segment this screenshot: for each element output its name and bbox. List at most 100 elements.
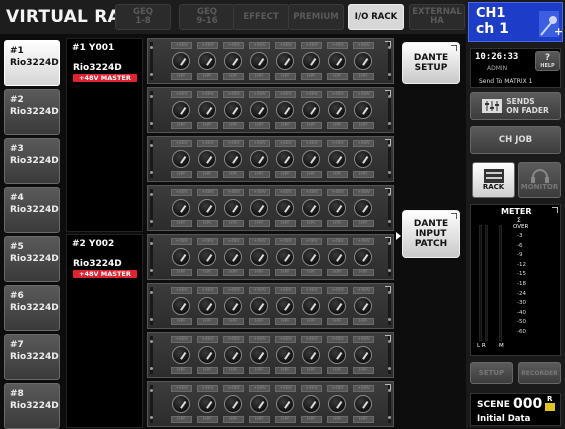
phantom-power-button[interactable]: +48V [197, 140, 218, 147]
gain-knob[interactable] [354, 346, 372, 364]
hpf-button[interactable]: HPF [327, 367, 348, 374]
rack-slot-button[interactable]: #1 Rio3224D [4, 40, 60, 86]
gain-knob[interactable] [354, 248, 372, 266]
gain-knob[interactable] [276, 395, 294, 413]
phantom-power-button[interactable]: +48V [249, 336, 270, 343]
hpf-button[interactable]: HPF [249, 73, 270, 80]
phantom-power-button[interactable]: +48V [353, 140, 374, 147]
hpf-button[interactable]: HPF [249, 220, 270, 227]
phantom-power-button[interactable]: +48V [171, 140, 192, 147]
hpf-button[interactable]: HPF [223, 220, 244, 227]
phantom-power-button[interactable]: +48V [197, 91, 218, 98]
hpf-button[interactable]: HPF [327, 73, 348, 80]
gain-knob[interactable] [250, 150, 268, 168]
phantom-power-button[interactable]: +48V [275, 336, 296, 343]
phantom-power-button[interactable]: +48V [327, 91, 348, 98]
device-info-panel[interactable]: #2 Y002 Rio3224D +48V MASTER [66, 234, 143, 428]
help-button[interactable]: ? HELP [535, 51, 560, 71]
hpf-button[interactable]: HPF [353, 367, 374, 374]
hpf-button[interactable]: HPF [275, 122, 296, 129]
meter-panel[interactable]: METER Σ OVER -3 -6 -9 -12 -15 -18 -24 -30 -40 -50… [470, 204, 561, 356]
phantom-power-button[interactable]: +48V [301, 385, 322, 392]
phantom-power-button[interactable]: +48V [223, 238, 244, 245]
rack-slot-button[interactable]: #8 Rio3224D [4, 383, 60, 429]
phantom-power-button[interactable]: +48V [171, 287, 192, 294]
gain-knob[interactable] [224, 346, 242, 364]
gain-knob[interactable] [276, 248, 294, 266]
rack-slot-button[interactable]: #5 Rio3224D [4, 236, 60, 282]
gain-knob[interactable] [302, 150, 320, 168]
rack-slot-button[interactable]: #6 Rio3224D [4, 285, 60, 331]
gain-knob[interactable] [250, 248, 268, 266]
phantom-power-button[interactable]: +48V [171, 336, 192, 343]
gain-knob[interactable] [328, 395, 346, 413]
gain-knob[interactable] [224, 101, 242, 119]
gain-knob[interactable] [250, 52, 268, 70]
phantom-power-button[interactable]: +48V [249, 140, 270, 147]
scene-display[interactable]: SCENE 000 R Initial Data [470, 393, 561, 426]
hpf-button[interactable]: HPF [171, 220, 192, 227]
rack-unit[interactable]: +48V HPF +48V HPF +48V HPF +48V HPF +48V HPF +48V H… [147, 234, 394, 280]
hpf-button[interactable]: HPF [301, 318, 322, 325]
gain-knob[interactable] [302, 248, 320, 266]
phantom-power-button[interactable]: +48V [223, 140, 244, 147]
hpf-button[interactable]: HPF [353, 220, 374, 227]
gain-knob[interactable] [198, 346, 216, 364]
phantom-power-button[interactable]: +48V [327, 238, 348, 245]
gain-knob[interactable] [276, 52, 294, 70]
rack-unit[interactable]: +48V HPF +48V HPF +48V HPF +48V HPF +48V HPF +48V H… [147, 87, 394, 133]
phantom-power-button[interactable]: +48V [197, 189, 218, 196]
rack-slot-button[interactable]: #2 Rio3224D [4, 89, 60, 135]
hpf-button[interactable]: HPF [197, 318, 218, 325]
phantom-power-button[interactable]: +48V [353, 287, 374, 294]
hpf-button[interactable]: HPF [249, 416, 270, 423]
hpf-button[interactable]: HPF [171, 269, 192, 276]
hpf-button[interactable]: HPF [301, 220, 322, 227]
phantom-power-button[interactable]: +48V [171, 42, 192, 49]
channel-name-button[interactable]: CH1 ch 1 + [468, 2, 563, 42]
phantom-power-button[interactable]: +48V [275, 42, 296, 49]
gain-knob[interactable] [172, 297, 190, 315]
hpf-button[interactable]: HPF [275, 367, 296, 374]
gain-knob[interactable] [276, 150, 294, 168]
gain-knob[interactable] [354, 395, 372, 413]
phantom-power-button[interactable]: +48V [301, 140, 322, 147]
hpf-button[interactable]: HPF [353, 122, 374, 129]
gain-knob[interactable] [354, 150, 372, 168]
gain-knob[interactable] [302, 52, 320, 70]
rack-button[interactable]: RACK [472, 162, 515, 198]
hpf-button[interactable]: HPF [353, 269, 374, 276]
gain-knob[interactable] [172, 101, 190, 119]
phantom-power-button[interactable]: +48V [223, 42, 244, 49]
gain-knob[interactable] [354, 199, 372, 217]
phantom-power-button[interactable]: +48V [353, 238, 374, 245]
gain-knob[interactable] [198, 199, 216, 217]
hpf-button[interactable]: HPF [171, 318, 192, 325]
hpf-button[interactable]: HPF [327, 171, 348, 178]
recorder-button[interactable]: RECORDER [518, 362, 561, 384]
hpf-button[interactable]: HPF [249, 318, 270, 325]
gain-knob[interactable] [328, 199, 346, 217]
gain-knob[interactable] [198, 52, 216, 70]
gain-knob[interactable] [224, 199, 242, 217]
phantom-power-button[interactable]: +48V [197, 238, 218, 245]
hpf-button[interactable]: HPF [275, 73, 296, 80]
hpf-button[interactable]: HPF [197, 171, 218, 178]
gain-knob[interactable] [276, 297, 294, 315]
hpf-button[interactable]: HPF [171, 416, 192, 423]
hpf-button[interactable]: HPF [327, 269, 348, 276]
gain-knob[interactable] [250, 346, 268, 364]
rack-slot-button[interactable]: #4 Rio3224D [4, 187, 60, 233]
ch-job-button[interactable]: CH JOB [470, 126, 561, 154]
hpf-button[interactable]: HPF [301, 122, 322, 129]
phantom-power-button[interactable]: +48V [275, 287, 296, 294]
phantom-power-button[interactable]: +48V [301, 287, 322, 294]
tab-4[interactable]: I/O RACK [348, 4, 404, 30]
gain-knob[interactable] [224, 395, 242, 413]
rack-unit[interactable]: +48V HPF +48V HPF +48V HPF +48V HPF +48V HPF +48V H… [147, 332, 394, 378]
hpf-button[interactable]: HPF [171, 367, 192, 374]
hpf-button[interactable]: HPF [197, 220, 218, 227]
gain-knob[interactable] [250, 395, 268, 413]
phantom-power-button[interactable]: +48V [327, 189, 348, 196]
gain-knob[interactable] [172, 395, 190, 413]
